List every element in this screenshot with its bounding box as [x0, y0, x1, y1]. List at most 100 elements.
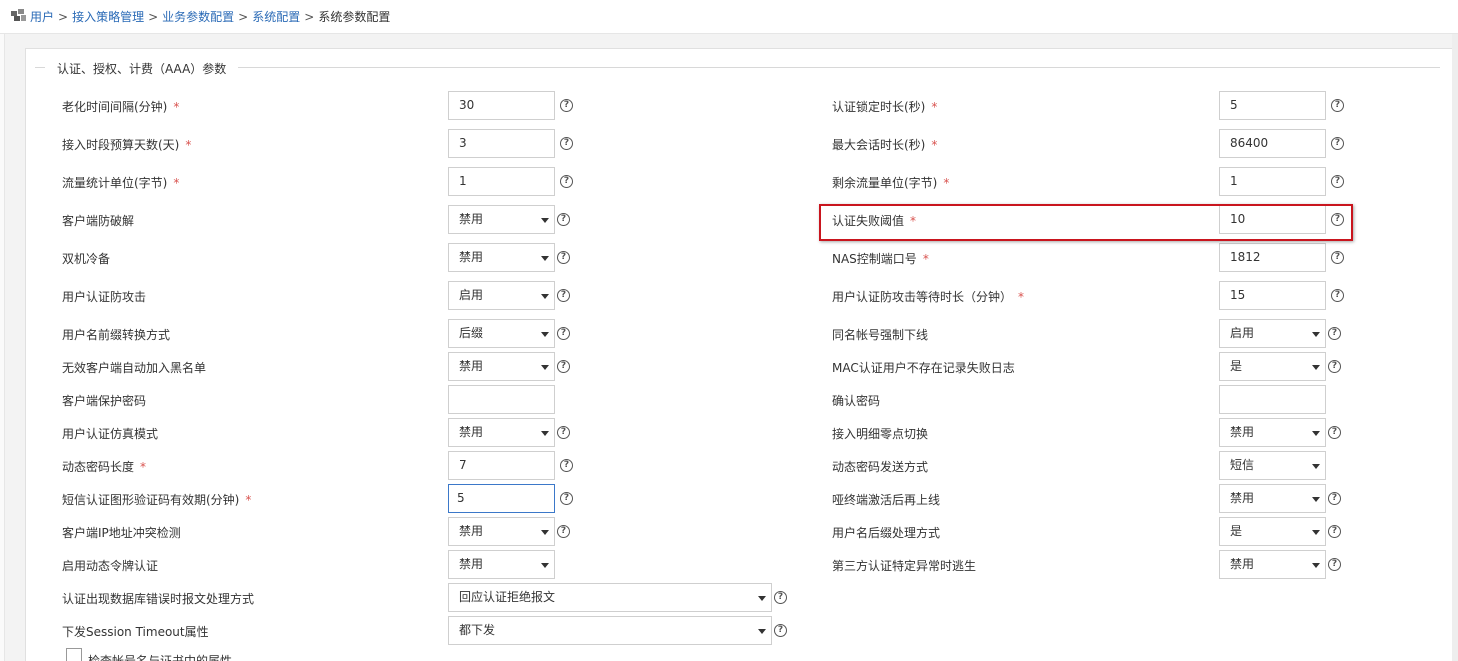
required-mark: *: [1018, 290, 1025, 304]
left-label-5: 用户认证防攻击: [62, 288, 146, 305]
right-input-value-1: 86400: [1230, 136, 1269, 150]
right-input-2[interactable]: 1: [1219, 167, 1326, 196]
left-select-9[interactable]: 禁用: [448, 418, 555, 447]
left-label-3: 客户端防破解: [62, 212, 134, 229]
right-select-11[interactable]: 禁用: [1219, 484, 1326, 513]
help-icon[interactable]: ?: [1331, 137, 1344, 150]
right-input-value-2: 1: [1230, 174, 1238, 188]
breadcrumb: 用户 > 接入策略管理 > 业务参数配置 > 系统配置 > 系统参数配置: [30, 8, 390, 25]
help-icon[interactable]: ?: [1331, 251, 1344, 264]
right-input-0[interactable]: 5: [1219, 91, 1326, 120]
right-select-12[interactable]: 是: [1219, 517, 1326, 546]
left-select-14[interactable]: 回应认证拒绝报文: [448, 583, 772, 612]
help-icon[interactable]: ?: [560, 459, 573, 472]
check-account-cert-checkbox[interactable]: [66, 648, 82, 661]
left-select-3[interactable]: 禁用: [448, 205, 555, 234]
help-icon[interactable]: ?: [1331, 175, 1344, 188]
left-select-12[interactable]: 禁用: [448, 517, 555, 546]
help-icon[interactable]: ?: [1328, 327, 1341, 340]
help-icon[interactable]: ?: [557, 426, 570, 439]
left-label-12: 客户端IP地址冲突检测: [62, 524, 181, 541]
left-select-value-5: 启用: [459, 288, 484, 302]
left-select-value-9: 禁用: [459, 425, 484, 439]
left-label-text-6: 用户名前缀转换方式: [62, 328, 171, 342]
left-input-10[interactable]: 7: [448, 451, 555, 480]
help-icon[interactable]: ?: [774, 624, 787, 637]
left-select-5[interactable]: 启用: [448, 281, 555, 310]
breadcrumb-link-2[interactable]: 业务参数配置: [162, 10, 234, 24]
breadcrumb-current: 系统参数配置: [318, 10, 391, 24]
required-mark: *: [922, 252, 929, 266]
breadcrumb-link-0[interactable]: 用户: [30, 10, 54, 24]
chevron-down-icon: [1312, 332, 1320, 337]
breadcrumb-link-1[interactable]: 接入策略管理: [72, 10, 144, 24]
help-icon[interactable]: ?: [557, 525, 570, 538]
left-input-2[interactable]: 1: [448, 167, 555, 196]
scrollbar[interactable]: [1452, 34, 1458, 661]
left-input-11[interactable]: 5: [448, 484, 555, 513]
breadcrumb-link-3[interactable]: 系统配置: [252, 10, 300, 24]
help-icon[interactable]: ?: [557, 327, 570, 340]
help-icon[interactable]: ?: [560, 492, 573, 505]
chevron-down-icon: [541, 563, 549, 568]
help-icon[interactable]: ?: [557, 251, 570, 264]
right-select-13[interactable]: 禁用: [1219, 550, 1326, 579]
right-label-text-5: 用户认证防攻击等待时长（分钟）: [832, 290, 1013, 304]
right-label-text-12: 用户名后缀处理方式: [832, 526, 941, 540]
right-input-value-0: 5: [1230, 98, 1238, 112]
right-select-value-11: 禁用: [1230, 491, 1255, 505]
right-label-7: MAC认证用户不存在记录失败日志: [832, 359, 1015, 376]
help-icon[interactable]: ?: [1328, 360, 1341, 373]
right-select-6[interactable]: 启用: [1219, 319, 1326, 348]
right-select-10[interactable]: 短信: [1219, 451, 1326, 480]
right-input-5[interactable]: 15: [1219, 281, 1326, 310]
right-label-11: 哑终端激活后再上线: [832, 491, 940, 508]
help-icon[interactable]: ?: [774, 591, 787, 604]
fieldset-border: [35, 67, 1440, 68]
right-label-5: 用户认证防攻击等待时长（分钟） *: [832, 288, 1024, 305]
right-select-value-13: 禁用: [1230, 557, 1255, 571]
right-input-1[interactable]: 86400: [1219, 129, 1326, 158]
right-input-8[interactable]: [1219, 385, 1326, 414]
help-icon[interactable]: ?: [1328, 426, 1341, 439]
help-icon[interactable]: ?: [557, 213, 570, 226]
help-icon[interactable]: ?: [1328, 525, 1341, 538]
help-icon[interactable]: ?: [560, 99, 573, 112]
breadcrumb-bar: 用户 > 接入策略管理 > 业务参数配置 > 系统配置 > 系统参数配置: [0, 0, 1458, 34]
left-label-text-3: 客户端防破解: [62, 214, 135, 228]
chevron-down-icon: [1312, 563, 1320, 568]
left-select-value-12: 禁用: [459, 524, 484, 538]
left-select-4[interactable]: 禁用: [448, 243, 555, 272]
left-select-15[interactable]: 都下发: [448, 616, 772, 645]
left-label-1: 接入时段预算天数(天) *: [62, 136, 191, 153]
required-mark: *: [173, 100, 180, 114]
check-account-cert-label: 检查帐号名与证书中的属性: [88, 654, 233, 661]
left-select-13[interactable]: 禁用: [448, 550, 555, 579]
right-label-text-13: 第三方认证特定异常时逃生: [832, 559, 977, 573]
help-icon[interactable]: ?: [557, 289, 570, 302]
right-select-9[interactable]: 禁用: [1219, 418, 1326, 447]
left-input-0[interactable]: 30: [448, 91, 555, 120]
help-icon[interactable]: ?: [1331, 289, 1344, 302]
help-icon[interactable]: ?: [1328, 558, 1341, 571]
help-icon[interactable]: ?: [560, 175, 573, 188]
help-icon[interactable]: ?: [560, 137, 573, 150]
right-select-value-9: 禁用: [1230, 425, 1255, 439]
help-icon[interactable]: ?: [1328, 492, 1341, 505]
help-icon[interactable]: ?: [557, 360, 570, 373]
left-label-text-5: 用户认证防攻击: [62, 290, 147, 304]
breadcrumb-separator: >: [148, 10, 159, 24]
left-label-text-7: 无效客户端自动加入黑名单: [62, 361, 207, 375]
breadcrumb-separator: >: [304, 10, 315, 24]
right-select-7[interactable]: 是: [1219, 352, 1326, 381]
right-input-4[interactable]: 1812: [1219, 243, 1326, 272]
right-select-value-10: 短信: [1230, 458, 1255, 472]
help-icon[interactable]: ?: [1331, 99, 1344, 112]
right-label-text-7: MAC认证用户不存在记录失败日志: [832, 361, 1015, 375]
chevron-down-icon: [758, 596, 766, 601]
left-select-7[interactable]: 禁用: [448, 352, 555, 381]
left-select-6[interactable]: 后缀: [448, 319, 555, 348]
left-input-8[interactable]: [448, 385, 555, 414]
left-input-1[interactable]: 3: [448, 129, 555, 158]
left-label-text-11: 短信认证图形验证码有效期(分钟): [62, 493, 240, 507]
